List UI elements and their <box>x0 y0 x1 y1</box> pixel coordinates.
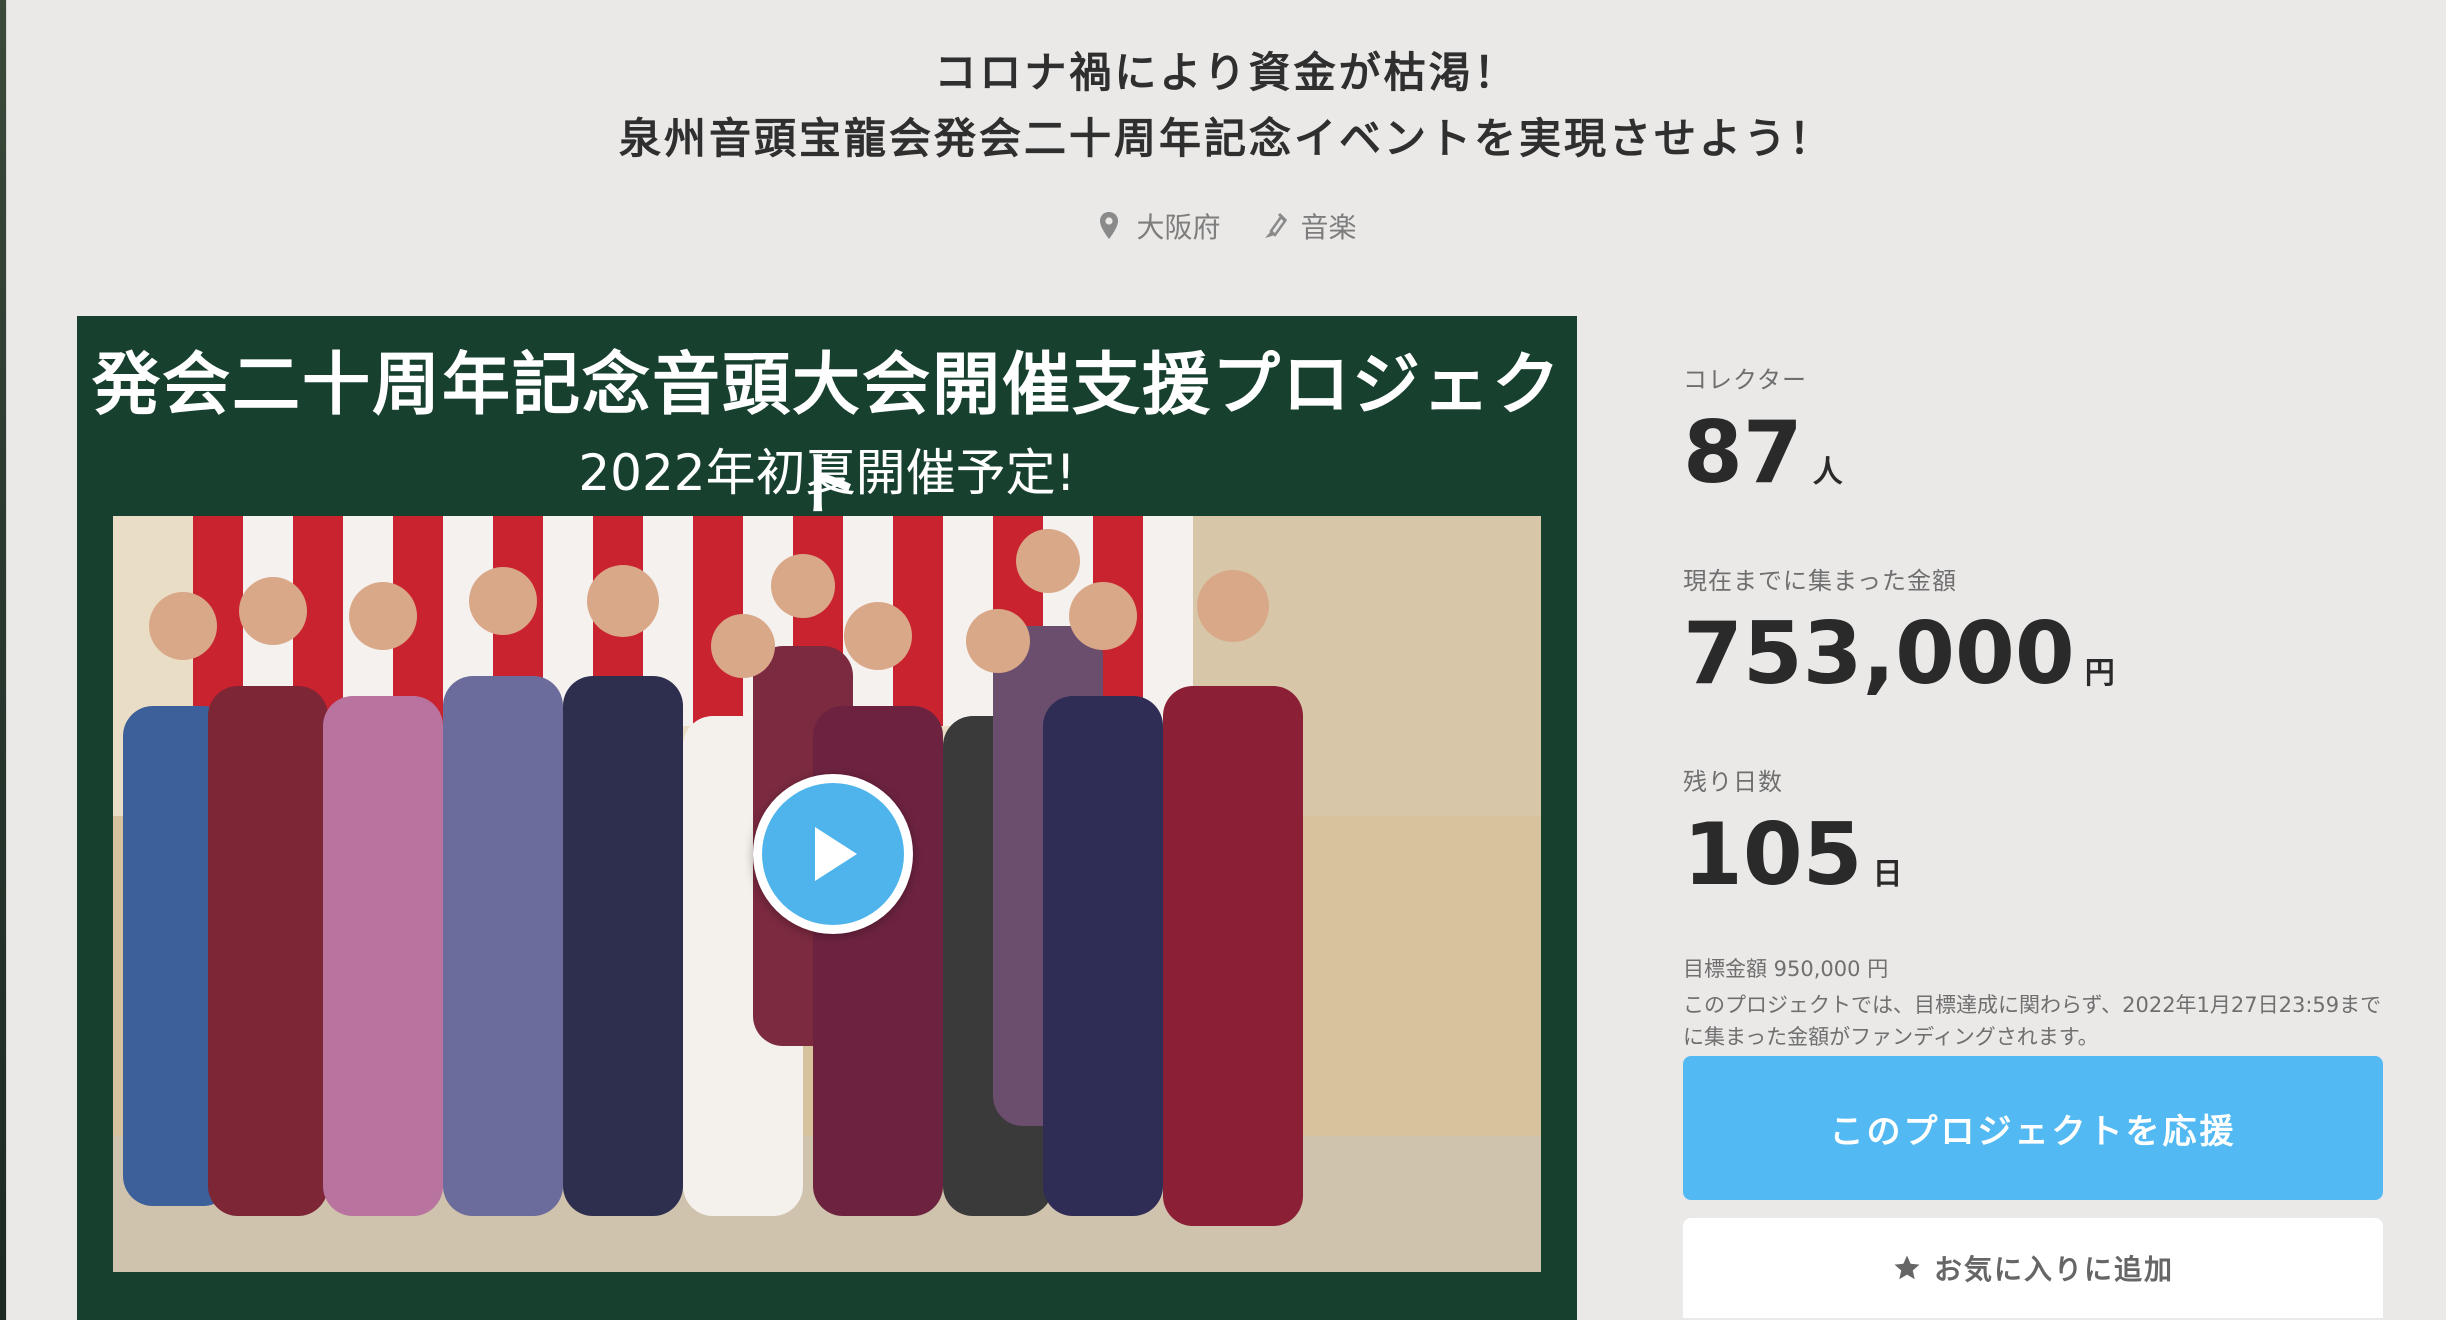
project-hero[interactable]: 発会二十周年記念音頭大会開催支援プロジェクト 2022年初夏開催予定! <box>77 316 1577 1320</box>
title-line-2: 泉州音頭宝龍会発会二十周年記念イベントを実現させよう！ <box>618 114 1834 163</box>
location-label: 大阪府 <box>1136 211 1221 244</box>
music-icon <box>1264 212 1287 238</box>
collectors-label: コレクター <box>1683 366 1808 394</box>
raised-stat: 現在までに集まった金額 753,000 円 <box>1683 561 2383 724</box>
location-link[interactable]: 大阪府 <box>1096 206 1221 246</box>
raised-unit: 円 <box>2084 656 2115 691</box>
collectors-count: 87 人 <box>1683 403 2383 523</box>
play-icon <box>762 783 904 925</box>
support-project-button[interactable]: このプロジェクトを応援 <box>1683 1056 2383 1200</box>
project-stats: コレクター 87 人 現在までに集まった金額 753,000 円 残り日数 105 日… <box>1683 360 2383 1053</box>
play-video-button[interactable] <box>753 774 913 934</box>
add-favorite-button[interactable]: お気に入りに追加 <box>1683 1218 2383 1318</box>
goal-amount: 目標金額 950,000 円 <box>1683 957 1889 981</box>
project-title: コロナ禍により資金が枯渇！ 泉州音頭宝龍会発会二十周年記念イベントを実現させよう… <box>7 40 2446 172</box>
map-pin-icon <box>1100 212 1119 239</box>
days-value: 105 <box>1683 805 1863 905</box>
banner-footer <box>77 1276 1577 1320</box>
collectors-unit: 人 <box>1812 455 1843 490</box>
days-label: 残り日数 <box>1683 768 1783 796</box>
category-label: 音楽 <box>1300 211 1357 244</box>
days-unit: 日 <box>1872 857 1903 892</box>
project-page: コロナ禍により資金が枯渇！ 泉州音頭宝龍会発会二十周年記念イベントを実現させよう… <box>6 0 2446 1320</box>
category-link[interactable]: 音楽 <box>1261 206 1357 246</box>
banner-subtitle: 2022年初夏開催予定! <box>578 444 1076 502</box>
project-meta: 大阪府 音楽 <box>7 206 2446 246</box>
raised-amount: 753,000 円 <box>1683 604 2383 724</box>
raised-value: 753,000 <box>1683 604 2075 704</box>
raised-label: 現在までに集まった金額 <box>1683 567 1958 595</box>
collectors-stat: コレクター 87 人 <box>1683 360 2383 523</box>
performers <box>123 626 1303 1226</box>
star-icon <box>1894 1255 1920 1280</box>
days-stat: 残り日数 105 日 <box>1683 762 2383 925</box>
days-remaining: 105 日 <box>1683 805 2383 925</box>
favorite-label: お気に入りに追加 <box>1933 1254 2174 1285</box>
collectors-value: 87 <box>1683 403 1803 503</box>
title-line-1: コロナ禍により資金が枯渇！ <box>934 48 1519 97</box>
funding-note: このプロジェクトでは、目標達成に関わらず、2022年1月27日23:59までに集… <box>1683 993 2382 1049</box>
